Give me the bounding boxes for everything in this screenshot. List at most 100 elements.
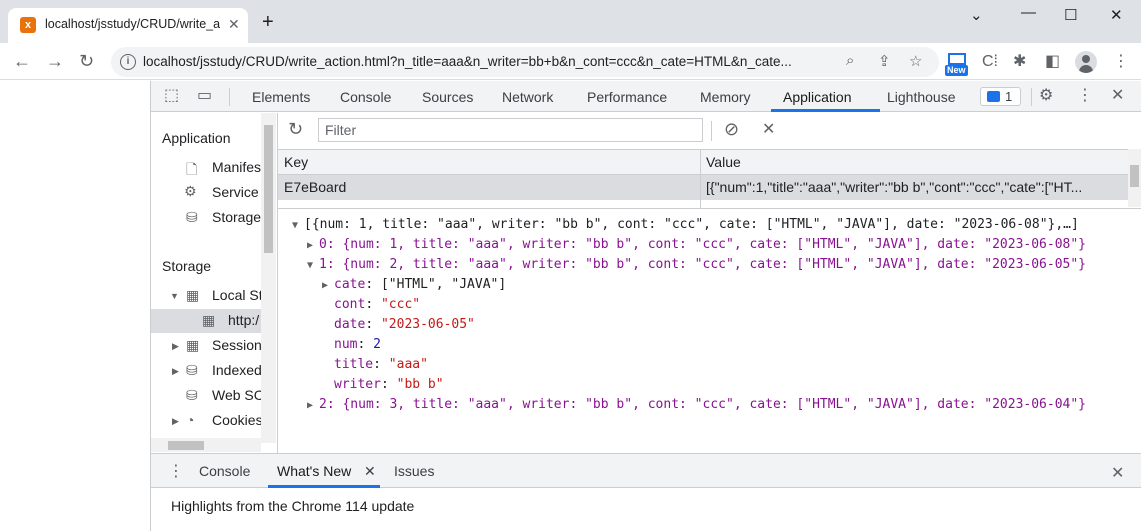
sidebar-horizontal-scrollbar[interactable]	[151, 438, 261, 452]
sidebar-item-service-workers[interactable]: Service	[212, 184, 259, 200]
cookie-icon: ◔	[186, 412, 195, 428]
preview-field-date: date: "2023-06-05"	[334, 317, 475, 332]
sidebar-item-indexeddb[interactable]: Indexed	[212, 362, 262, 378]
collapse-triangle-icon[interactable]: ▼	[307, 257, 319, 275]
extensions-puzzle-icon[interactable]: ✱	[1013, 53, 1026, 71]
sidebar-item-cookies[interactable]: Cookies	[212, 412, 263, 428]
row-value[interactable]: [{"num":1,"title":"aaa","writer":"bb b",…	[706, 179, 1124, 195]
reload-button[interactable]: ↻	[79, 51, 94, 71]
zoom-icon[interactable]: ⌕	[846, 52, 854, 69]
tab-application[interactable]: Application	[783, 89, 852, 105]
close-devtools-icon[interactable]: ✕	[1111, 87, 1124, 105]
forward-button[interactable]: →	[46, 51, 64, 71]
sidebar-item-session-storage[interactable]: Session	[212, 337, 262, 353]
preview-item-2[interactable]: ▶ 2: {num: 3, title: "aaa", writer: "bb b…	[307, 396, 1086, 415]
refresh-icon[interactable]: ↻	[288, 119, 303, 140]
delete-selected-icon[interactable]: ✕	[762, 119, 775, 139]
drawer-menu-icon[interactable]: ⋮	[168, 461, 184, 481]
clear-all-icon[interactable]: ⊘	[724, 119, 739, 140]
new-tab-button[interactable]: +	[262, 12, 274, 32]
active-tab-indicator	[771, 109, 880, 112]
inspect-element-icon[interactable]: ⬚	[164, 87, 179, 105]
expand-triangle-right-icon[interactable]: ▶	[172, 366, 179, 377]
filter-input[interactable]	[318, 118, 703, 142]
tab-performance[interactable]: Performance	[587, 89, 667, 105]
application-sidebar: Application 🗋 Manifest ⚙ Service ⛁ Stora…	[151, 113, 278, 453]
xampp-favicon-icon: x	[20, 17, 36, 33]
tab-elements[interactable]: Elements	[252, 89, 310, 105]
expand-triangle-icon[interactable]: ▶	[322, 277, 334, 295]
expand-triangle-right-icon[interactable]: ▶	[172, 341, 179, 352]
page-viewport	[0, 81, 151, 531]
devtools-menu-icon[interactable]: ⋮	[1077, 87, 1093, 105]
share-icon[interactable]: ⇪	[878, 52, 891, 70]
table-header: Key Value	[278, 149, 1128, 175]
preview-root-line[interactable]: ▼ [{num: 1, title: "aaa", writer: "bb b",…	[292, 216, 1079, 235]
close-whats-new-icon[interactable]: ✕	[364, 463, 376, 480]
extension-c-icon[interactable]: C⁞	[982, 53, 998, 71]
tab-title: localhost/jsstudy/CRUD/write_ac	[45, 17, 220, 31]
collapse-triangle-icon[interactable]: ▼	[292, 217, 304, 235]
tab-strip: x localhost/jsstudy/CRUD/write_ac ✕ + ⌄ …	[0, 0, 1141, 43]
drawer-tab-console[interactable]: Console	[199, 463, 250, 479]
issues-badge[interactable]: 1	[980, 87, 1021, 106]
manifest-file-icon: 🗋	[186, 161, 198, 177]
preview-field-title: title: "aaa"	[334, 357, 428, 372]
sidebar-item-storage[interactable]: Storage	[212, 209, 261, 225]
url-text[interactable]: localhost/jsstudy/CRUD/write_action.html…	[143, 54, 833, 69]
chrome-menu-icon[interactable]: ⋮	[1113, 53, 1129, 71]
session-storage-table-icon: ▦	[186, 337, 200, 353]
settings-gear-icon[interactable]: ⚙	[1039, 87, 1053, 105]
indexeddb-database-icon: ⛁	[186, 362, 198, 378]
expand-triangle-down-icon[interactable]: ▼	[170, 291, 179, 301]
back-button[interactable]: ←	[13, 51, 31, 71]
preview-item-1[interactable]: ▼ 1: {num: 2, title: "aaa", writer: "bb b…	[307, 256, 1086, 275]
maximize-button[interactable]: ☐	[1064, 6, 1077, 24]
column-header-key[interactable]: Key	[284, 154, 308, 170]
sidebar-vertical-scrollbar[interactable]	[261, 113, 276, 443]
devtools-tabbar: ⬚ ▭ Elements Console Sources Network Per…	[151, 81, 1141, 112]
browser-toolbar: ← → ↻ i localhost/jsstudy/CRUD/write_act…	[0, 43, 1141, 80]
tab-console[interactable]: Console	[340, 89, 391, 105]
close-drawer-icon[interactable]: ✕	[1111, 463, 1124, 483]
bookmark-star-icon[interactable]: ☆	[909, 52, 922, 70]
tab-sources[interactable]: Sources	[422, 89, 473, 105]
preview-field-cont: cont: "ccc"	[334, 297, 421, 312]
sidebar-item-websql[interactable]: Web SC	[212, 387, 264, 403]
column-header-value[interactable]: Value	[706, 154, 741, 170]
sidebar-item-local-storage-origin[interactable]: http:/	[228, 312, 259, 328]
tab-search-chevron-down-icon[interactable]: ⌄	[970, 6, 983, 24]
sidebar-item-local-storage[interactable]: Local St	[212, 287, 263, 303]
tab-network[interactable]: Network	[502, 89, 553, 105]
extension-new-icon[interactable]: New	[945, 53, 969, 76]
minimize-button[interactable]: —	[1021, 4, 1036, 21]
preview-field-cate[interactable]: ▶ cate: ["HTML", "JAVA"]	[322, 276, 506, 295]
expand-triangle-right-icon[interactable]: ▶	[172, 416, 179, 427]
drawer-tab-issues[interactable]: Issues	[394, 463, 434, 479]
side-panel-icon[interactable]: ◧	[1045, 53, 1060, 71]
device-toolbar-icon[interactable]: ▭	[197, 87, 212, 105]
browser-tab[interactable]: x localhost/jsstudy/CRUD/write_ac ✕	[8, 8, 248, 43]
profile-avatar[interactable]	[1075, 51, 1097, 73]
sidebar-item-manifest[interactable]: Manifest	[212, 159, 265, 175]
close-window-button[interactable]: ✕	[1110, 6, 1123, 24]
origin-table-icon: ▦	[202, 312, 216, 328]
tab-lighthouse[interactable]: Lighthouse	[887, 89, 956, 105]
address-bar[interactable]: i localhost/jsstudy/CRUD/write_action.ht…	[111, 47, 939, 77]
row-key[interactable]: E7eBoard	[284, 179, 694, 195]
tab-close-icon[interactable]: ✕	[228, 16, 240, 33]
table-row[interactable]: E7eBoard [{"num":1,"title":"aaa","writer…	[278, 175, 1128, 200]
preview-field-num: num: 2	[334, 337, 381, 352]
table-vertical-scrollbar[interactable]	[1128, 149, 1141, 207]
tab-memory[interactable]: Memory	[700, 89, 751, 105]
expand-triangle-icon[interactable]: ▶	[307, 237, 319, 255]
preview-item-0[interactable]: ▶ 0: {num: 1, title: "aaa", writer: "bb b…	[307, 236, 1086, 255]
drawer-tab-whats-new[interactable]: What's New	[277, 463, 351, 479]
whats-new-headline: Highlights from the Chrome 114 update	[171, 498, 415, 514]
issues-icon	[987, 91, 1000, 102]
expand-triangle-icon[interactable]: ▶	[307, 397, 319, 415]
column-divider[interactable]	[700, 149, 701, 208]
site-info-icon[interactable]: i	[120, 54, 136, 70]
local-storage-pane: ↻ ⊘ ✕ Key Value E7eBoard [{"num":1,"titl…	[278, 113, 1141, 453]
drawer-tabbar: ⋮ Console What's New ✕ Issues ✕	[151, 454, 1141, 488]
